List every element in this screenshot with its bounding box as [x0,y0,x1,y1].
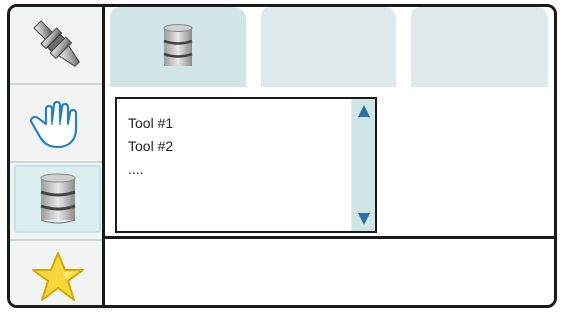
app-frame: Tool #1 Tool #2 .... [7,4,557,308]
list-item[interactable]: Tool #2 [128,138,173,154]
sidebar-item-tool-holder[interactable] [14,11,101,79]
sidebar-item-pointer[interactable] [14,87,101,155]
tool-list[interactable]: Tool #1 Tool #2 .... [115,97,377,233]
hand-pointer-icon [29,100,77,149]
tool-holder-icon [32,20,80,67]
tab-3[interactable] [411,7,548,87]
list-item[interactable]: Tool #1 [128,115,173,131]
sidebar-item-favorites[interactable] [14,243,101,305]
bottom-panel [105,239,554,305]
arrow-down-icon [357,213,370,225]
sidebar [10,7,105,305]
list-item: .... [128,161,144,177]
database-icon [40,173,75,224]
tab-database[interactable] [110,7,246,87]
sidebar-item-database[interactable] [14,165,101,233]
content-panel: Tool #1 Tool #2 .... [105,87,554,239]
scroll-up-button[interactable] [352,101,375,121]
scroll-down-button[interactable] [352,209,375,229]
star-icon [31,252,84,301]
arrow-up-icon [357,105,370,117]
tab-2[interactable] [261,7,396,87]
database-icon [163,24,193,66]
scrollbar[interactable] [351,99,375,231]
tab-bar [105,7,554,87]
